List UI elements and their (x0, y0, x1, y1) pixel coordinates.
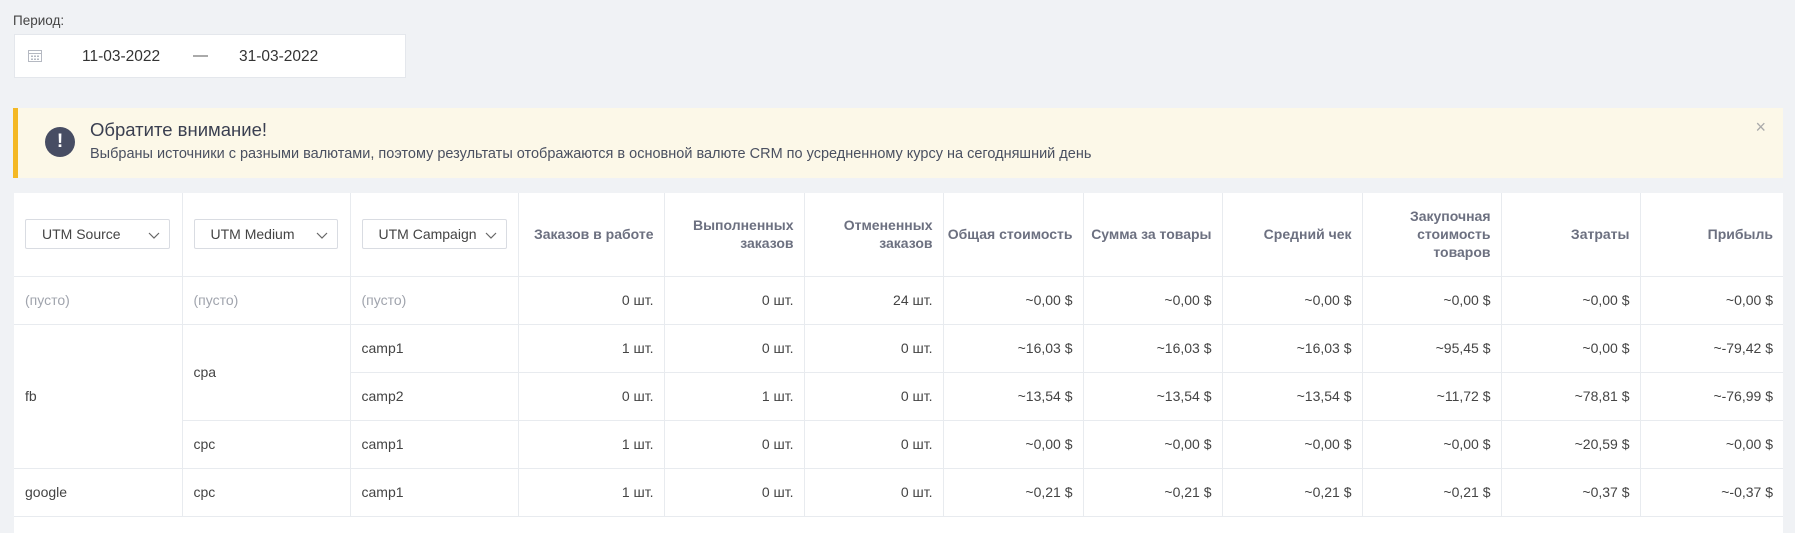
cell-purchase-cost: ~0,00 $ (1362, 276, 1502, 325)
utm-medium-header: UTM Medium (182, 193, 351, 277)
col-expenses[interactable]: Затраты (1501, 193, 1641, 277)
utm-source-header: UTM Source (14, 193, 183, 277)
col-purchase-cost[interactable]: Закупочная стоимость товаров (1362, 193, 1502, 277)
cell-expenses: ~0,00 $ (1501, 324, 1641, 373)
cell-completed: 1 шт. (664, 372, 805, 421)
utm-source-select[interactable]: UTM Source (25, 219, 170, 250)
notice-banner: ! Обратите внимание! Выбраны источники с… (13, 108, 1783, 178)
cell-cancelled: 24 шт. (804, 276, 944, 325)
date-to-input[interactable]: 31-03-2022 (239, 48, 318, 66)
cell-campaign: camp1 (350, 468, 519, 517)
col-completed[interactable]: Выполненных заказов (664, 193, 805, 277)
table-row: fb cpa camp1 1 шт. 0 шт. 0 шт. ~16,03 $ … (14, 324, 1783, 469)
cell-avg-check: ~0,00 $ (1222, 276, 1363, 325)
cell-in-work: 1 шт. (518, 468, 665, 517)
cell-profit: ~-79,42 $ (1640, 324, 1783, 373)
col-total-cost[interactable]: Общая стоимость (943, 193, 1084, 277)
cell-cancelled: 0 шт. (804, 420, 944, 469)
cell-profit: ~-0,37 $ (1640, 468, 1783, 517)
cell-expenses: ~0,37 $ (1501, 468, 1641, 517)
cell-profit: ~-76,99 $ (1640, 372, 1783, 421)
cell-total-cost: ~0,21 $ (943, 468, 1084, 517)
cell-goods-sum: ~0,00 $ (1083, 420, 1223, 469)
cell-avg-check: ~0,21 $ (1222, 468, 1363, 517)
date-range-picker[interactable]: 11-03-2022 — 31-03-2022 (14, 34, 406, 78)
cell-total-cost: ~16,03 $ (943, 324, 1084, 373)
cell-completed: 0 шт. (664, 324, 805, 373)
cell-purchase-cost: ~0,21 $ (1362, 468, 1502, 517)
col-profit[interactable]: Прибыль (1640, 193, 1783, 277)
cell-medium: (пусто) (182, 276, 351, 325)
cell-campaign: camp1 (350, 324, 519, 373)
cell-source: fb (14, 324, 183, 469)
col-goods-sum[interactable]: Сумма за товары (1083, 193, 1223, 277)
table-row: google cpc camp1 1 шт. 0 шт. 0 шт. ~0,21… (14, 468, 1783, 517)
cell-avg-check: ~0,00 $ (1222, 420, 1363, 469)
table-row: (пусто) (пусто) (пусто) 0 шт. 0 шт. 24 ш… (14, 276, 1783, 325)
col-cancelled[interactable]: Отмененных заказов (804, 193, 944, 277)
cell-purchase-cost: ~0,00 $ (1362, 420, 1502, 469)
chevron-down-icon (484, 228, 498, 242)
cell-avg-check: ~13,54 $ (1222, 372, 1363, 421)
cell-purchase-cost: ~95,45 $ (1362, 324, 1502, 373)
cell-expenses: ~0,00 $ (1501, 276, 1641, 325)
cell-campaign: (пусто) (350, 276, 519, 325)
cell-in-work: 0 шт. (518, 372, 665, 421)
cell-expenses: ~20,59 $ (1501, 420, 1641, 469)
cell-campaign: camp1 (350, 420, 519, 469)
cell-cancelled: 0 шт. (804, 372, 944, 421)
table-row: cpc camp1 1 шт. 0 шт. 0 шт. ~0,00 $ ~0,0… (14, 420, 1783, 469)
date-separator: — (193, 47, 208, 64)
cell-completed: 0 шт. (664, 420, 805, 469)
cell-medium: cpa (182, 324, 351, 421)
cell-total-cost: ~0,00 $ (943, 276, 1084, 325)
cell-source: (пусто) (14, 276, 183, 325)
date-from-input[interactable]: 11-03-2022 (82, 48, 160, 66)
chevron-down-icon (315, 228, 329, 242)
close-icon[interactable]: × (1755, 117, 1766, 138)
cell-profit: ~0,00 $ (1640, 276, 1783, 325)
cell-source: google (14, 468, 183, 517)
notice-title: Обратите внимание! (90, 119, 268, 140)
period-label: Период: (13, 13, 65, 28)
cell-goods-sum: ~0,00 $ (1083, 276, 1223, 325)
col-in-work[interactable]: Заказов в работе (518, 193, 665, 277)
cell-completed: 0 шт. (664, 276, 805, 325)
cell-campaign: camp2 (350, 372, 519, 421)
cell-goods-sum: ~13,54 $ (1083, 372, 1223, 421)
exclamation-icon: ! (45, 127, 75, 157)
cell-goods-sum: ~0,21 $ (1083, 468, 1223, 517)
cell-profit: ~0,00 $ (1640, 420, 1783, 469)
cell-purchase-cost: ~11,72 $ (1362, 372, 1502, 421)
cell-in-work: 0 шт. (518, 276, 665, 325)
cell-medium: cpc (182, 468, 351, 517)
notice-text: Выбраны источники с разными валютами, по… (90, 146, 1092, 162)
cell-cancelled: 0 шт. (804, 468, 944, 517)
cell-goods-sum: ~16,03 $ (1083, 324, 1223, 373)
col-avg-check[interactable]: Средний чек (1222, 193, 1363, 277)
report-table: UTM Source UTM Medium UTM Campaign Заказ… (14, 193, 1783, 533)
utm-campaign-header: UTM Campaign (350, 193, 519, 277)
utm-medium-select[interactable]: UTM Medium (193, 219, 338, 250)
cell-avg-check: ~16,03 $ (1222, 324, 1363, 373)
chevron-down-icon (147, 228, 161, 242)
table-header-row: UTM Source UTM Medium UTM Campaign Заказ… (14, 193, 1783, 277)
calendar-icon (28, 49, 44, 63)
cell-in-work: 1 шт. (518, 420, 665, 469)
cell-cancelled: 0 шт. (804, 324, 944, 373)
cell-medium: cpc (182, 420, 351, 469)
cell-in-work: 1 шт. (518, 324, 665, 373)
cell-total-cost: ~0,00 $ (943, 420, 1084, 469)
cell-expenses: ~78,81 $ (1501, 372, 1641, 421)
cell-total-cost: ~13,54 $ (943, 372, 1084, 421)
utm-campaign-select[interactable]: UTM Campaign (361, 219, 507, 250)
cell-completed: 0 шт. (664, 468, 805, 517)
